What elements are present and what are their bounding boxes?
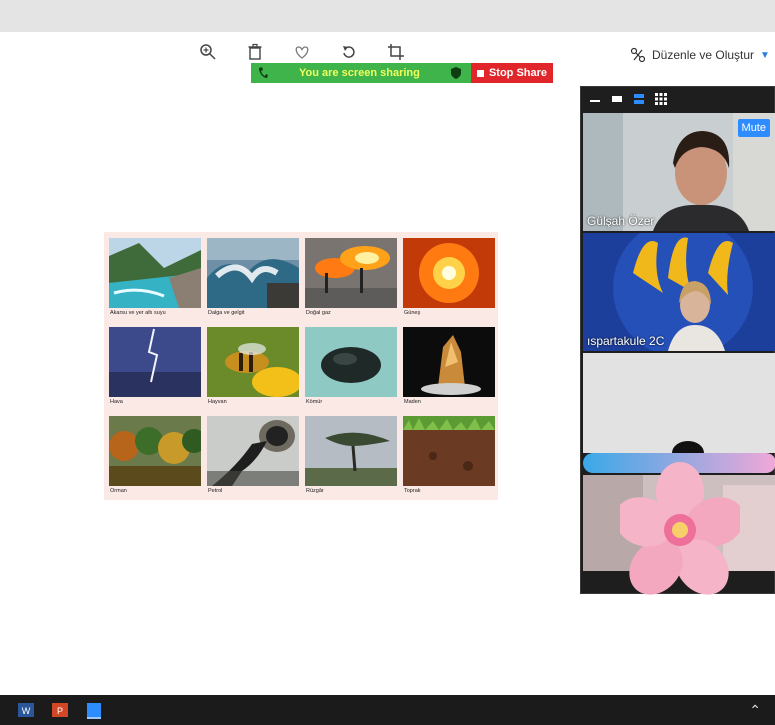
slide-caption: Orman [110, 488, 127, 494]
rotate-icon[interactable] [337, 40, 361, 64]
magic-edit-icon [630, 47, 646, 63]
window-top-bar [0, 0, 775, 32]
gas-flare-photo [305, 238, 397, 308]
bee-photo [207, 327, 299, 397]
slide-caption: Güneş [404, 310, 421, 316]
mineral-photo [403, 327, 495, 397]
participant-tile[interactable]: Mute Gülşah Özer [583, 113, 775, 231]
crop-icon[interactable] [384, 40, 408, 64]
speaker-view-icon[interactable] [611, 93, 623, 105]
slide-caption: Doğal gaz [306, 310, 331, 316]
share-status[interactable]: You are screen sharing [251, 63, 471, 83]
oil-pipe-photo [207, 416, 299, 486]
coal-photo [305, 327, 397, 397]
slide-caption: Rüzgâr [306, 488, 324, 494]
stop-icon [476, 69, 484, 77]
svg-text:W: W [22, 706, 31, 716]
screen-share-bar: You are screen sharing Stop Share [251, 63, 553, 83]
list-item: Hava [109, 327, 201, 411]
sun-photo [403, 238, 495, 308]
stop-share-button[interactable]: Stop Share [471, 63, 553, 83]
list-item: Petrol [207, 416, 299, 500]
phone-icon [259, 67, 268, 78]
svg-text:P: P [57, 706, 63, 716]
chevron-down-icon: ▼ [760, 49, 770, 61]
participant-video [583, 353, 775, 453]
lightning-photo [109, 327, 201, 397]
participant-name: ıspartakule 2C [587, 334, 665, 348]
list-item: Doğal gaz [305, 238, 397, 322]
slide-caption: Maden [404, 399, 421, 405]
edit-create-label: Düzenle ve Oluştur [652, 48, 755, 62]
share-status-text: You are screen sharing [299, 67, 420, 79]
taskbar: W P ⌃ [0, 695, 775, 725]
word-icon[interactable]: W [16, 700, 36, 720]
waves-photo [207, 238, 299, 308]
windy-tree-photo [305, 416, 397, 486]
list-item: Hayvan [207, 327, 299, 411]
list-item: Toprak [403, 416, 495, 500]
slide-caption: Kömür [306, 399, 323, 405]
list-item: Dalga ve gelgit [207, 238, 299, 322]
list-item: Maden [403, 327, 495, 411]
energy-sources-slide: Akarsu ve yer altı suyu Dalga ve gelgit … [104, 232, 498, 500]
slide-caption: Akarsu ve yer altı suyu [110, 310, 166, 316]
river-photo [109, 238, 201, 308]
heart-icon[interactable] [290, 40, 314, 64]
zoom-app-icon[interactable] [84, 700, 104, 720]
flower-sticker [620, 462, 740, 595]
active-view-icon[interactable] [633, 93, 645, 105]
minimize-icon[interactable] [589, 93, 601, 105]
edit-create-menu[interactable]: Düzenle ve Oluştur ▼ [630, 44, 770, 66]
list-item: Akarsu ve yer altı suyu [109, 238, 201, 322]
soil-photo [403, 416, 495, 486]
list-item: Güneş [403, 238, 495, 322]
participant-tile[interactable] [583, 353, 775, 453]
chevron-up-icon[interactable]: ⌃ [749, 702, 761, 719]
slide-caption: Hayvan [208, 399, 227, 405]
slide-caption: Dalga ve gelgit [208, 310, 245, 316]
zoom-in-icon[interactable] [196, 40, 220, 64]
gallery-view-icon[interactable] [655, 93, 667, 105]
panel-header [581, 87, 775, 111]
trash-icon[interactable] [243, 40, 267, 64]
slide-caption: Hava [110, 399, 123, 405]
slide-caption: Toprak [404, 488, 421, 494]
shield-icon [451, 67, 461, 79]
stop-share-label: Stop Share [488, 67, 548, 79]
list-item: Rüzgâr [305, 416, 397, 500]
powerpoint-icon[interactable]: P [50, 700, 70, 720]
participant-tile[interactable]: ıspartakule 2C [583, 233, 775, 351]
forest-photo [109, 416, 201, 486]
list-item: Kömür [305, 327, 397, 411]
mute-button[interactable]: Mute [737, 119, 770, 137]
slide-caption: Petrol [208, 488, 223, 494]
list-item: Orman [109, 416, 201, 500]
participant-name: Gülşah Özer [587, 214, 655, 228]
